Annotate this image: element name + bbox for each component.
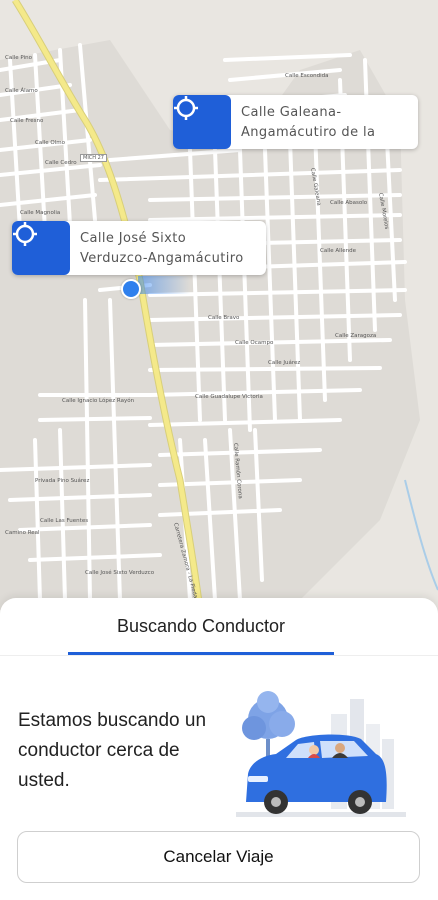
street-label: Calle Guadalupe Victoria: [195, 394, 263, 400]
destination-pin: [173, 95, 231, 149]
street-label: Calle Allende: [320, 248, 356, 254]
route-label: MICH 27: [80, 154, 107, 162]
address-line: Verduzco-Angamácutiro: [80, 251, 244, 266]
street-label: Calle Pino: [5, 55, 32, 61]
bottom-sheet: Buscando Conductor Estamos buscando un c…: [0, 598, 438, 900]
street-label: Calle Escondida: [285, 73, 329, 79]
address-line: Calle José Sixto: [80, 231, 187, 246]
street-label: Privada Pino Suárez: [35, 478, 90, 484]
heading-beam: [138, 276, 190, 294]
street-label: Calle Zaragoza: [335, 333, 377, 339]
street-label: Calle Magnolia: [20, 210, 61, 216]
crosshair-icon: [13, 222, 37, 246]
street-label: Calle José Sixto Verduzco: [85, 570, 155, 576]
street-label: Calle Bravo: [208, 315, 240, 321]
street-label: Calle Fresno: [10, 118, 44, 124]
destination-address: Calle Galeana- Angamácutiro de la: [231, 95, 387, 149]
street-label: Calle Álamo: [5, 88, 38, 94]
origin-address: Calle José Sixto Verduzco-Angamácutiro: [70, 221, 256, 275]
car-illustration: [236, 691, 406, 817]
street-label: Calle Abasolo: [330, 200, 368, 206]
street-label: Calle Olmo: [35, 140, 65, 146]
current-location-dot: [121, 279, 141, 299]
destination-marker[interactable]: Calle Galeana- Angamácutiro de la: [173, 95, 418, 149]
address-line: Angamácutiro de la: [241, 125, 376, 140]
cancel-trip-button[interactable]: Cancelar Viaje: [17, 831, 420, 883]
address-line: Calle Galeana-: [241, 105, 342, 120]
street-label: Calle Ocampo: [235, 340, 274, 346]
crosshair-icon: [174, 96, 198, 120]
map-view[interactable]: Calle Pino Calle Álamo Calle Fresno Call…: [0, 0, 438, 610]
origin-marker[interactable]: Calle José Sixto Verduzco-Angamácutiro: [12, 221, 266, 275]
divider: [0, 655, 438, 656]
street-label: Calle Ignacio López Rayón: [62, 398, 135, 404]
street-label: Camino Real: [5, 530, 40, 536]
tab-searching-driver[interactable]: Buscando Conductor: [68, 598, 334, 654]
street-label: Calle Cedro: [45, 160, 77, 166]
street-label: Calle Juárez: [268, 360, 301, 366]
searching-message: Estamos buscando un conductor cerca de u…: [18, 710, 207, 791]
street-label: Calle Las Fuentes: [40, 518, 89, 524]
origin-pin: [12, 221, 70, 275]
